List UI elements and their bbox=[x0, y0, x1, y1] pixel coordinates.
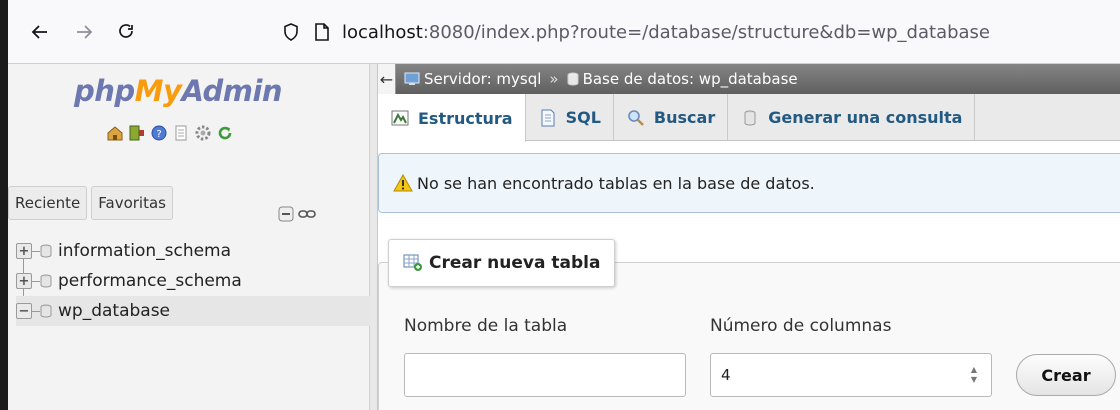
column-count-value[interactable]: 4 bbox=[721, 366, 731, 384]
quick-links: ? bbox=[106, 124, 234, 142]
search-icon bbox=[626, 108, 646, 128]
database-name[interactable]: information_schema bbox=[58, 241, 231, 261]
tree-connector bbox=[32, 280, 40, 282]
breadcrumb-database-label[interactable]: Base de datos: wp_database bbox=[583, 70, 798, 88]
arrow-right-icon bbox=[77, 25, 93, 39]
collapse-all-icon[interactable] bbox=[278, 206, 294, 226]
database-tree: + information_schema + performance_schem… bbox=[16, 236, 370, 326]
tab-favorites[interactable]: Favoritas bbox=[91, 186, 173, 220]
tree-connector bbox=[32, 310, 40, 312]
expand-icon[interactable]: + bbox=[16, 243, 32, 259]
arrow-left-icon bbox=[31, 25, 47, 39]
database-icon bbox=[40, 304, 52, 318]
settings-icon[interactable] bbox=[194, 124, 212, 142]
phpmyadmin-logo[interactable]: phpMyAdmin bbox=[74, 74, 283, 108]
create-button[interactable]: Crear bbox=[1016, 354, 1116, 396]
tab-recent[interactable]: Reciente bbox=[8, 186, 88, 220]
tab-query-label[interactable]: Generar una consulta bbox=[768, 108, 962, 127]
breadcrumb-server-label[interactable]: Servidor: mysql bbox=[424, 70, 541, 88]
collapse-sidebar-icon[interactable]: ← bbox=[378, 64, 396, 94]
page-icon bbox=[315, 23, 329, 41]
window-edge bbox=[0, 0, 8, 410]
breadcrumb-separator: » bbox=[549, 70, 559, 88]
server-icon bbox=[404, 72, 420, 85]
docs-icon[interactable] bbox=[172, 124, 190, 142]
tab-bar: Estructura SQL Buscar Generar una consul… bbox=[378, 94, 1120, 142]
spinner-icon[interactable]: ▲ ▼ bbox=[967, 364, 981, 386]
create-table-legend: Crear nueva tabla bbox=[388, 239, 616, 287]
column-count-input[interactable]: 4 ▲ ▼ bbox=[710, 353, 992, 397]
create-table-legend-text: Crear nueva tabla bbox=[429, 253, 601, 273]
sidebar-tabs: Reciente Favoritas bbox=[8, 186, 173, 220]
tab-query[interactable]: Generar una consulta bbox=[728, 94, 976, 141]
table-name-input[interactable] bbox=[404, 353, 686, 397]
reload-icon bbox=[119, 24, 133, 38]
tree-item-information-schema[interactable]: + information_schema bbox=[16, 236, 370, 281]
tab-sql[interactable]: SQL bbox=[526, 94, 614, 141]
database-icon bbox=[40, 244, 52, 258]
table-name-label: Nombre de la tabla bbox=[404, 316, 568, 336]
database-icon bbox=[40, 274, 52, 288]
database-icon bbox=[567, 72, 579, 86]
collapse-icon[interactable]: − bbox=[16, 303, 32, 319]
structure-icon bbox=[390, 108, 410, 128]
svg-text:?: ? bbox=[156, 129, 161, 140]
shield-icon bbox=[284, 23, 298, 41]
navigation-panel: phpMyAdmin ? Reciente Favoritas + inform… bbox=[8, 64, 370, 410]
tab-search-label[interactable]: Buscar bbox=[654, 108, 715, 127]
expand-icon[interactable]: + bbox=[16, 273, 32, 289]
link-icon[interactable] bbox=[298, 207, 316, 225]
new-table-icon bbox=[403, 254, 422, 271]
home-icon[interactable] bbox=[106, 124, 124, 142]
notice-text: No se han encontrado tablas en la base d… bbox=[417, 173, 815, 193]
notice-message: No se han encontrado tablas en la base d… bbox=[378, 153, 1120, 213]
reload-button[interactable] bbox=[108, 14, 144, 50]
url-text[interactable]: localhost:8080/index.php?route=/database… bbox=[342, 22, 990, 43]
tab-structure-label[interactable]: Estructura bbox=[418, 109, 513, 128]
url-bar[interactable]: localhost:8080/index.php?route=/database… bbox=[282, 10, 1120, 54]
forward-button[interactable] bbox=[66, 14, 102, 50]
sql-icon bbox=[538, 108, 558, 128]
tab-search[interactable]: Buscar bbox=[614, 94, 729, 141]
database-name[interactable]: performance_schema bbox=[58, 271, 242, 291]
breadcrumb: ← Servidor: mysql » Base de datos: wp_da… bbox=[378, 64, 1120, 94]
tab-structure[interactable]: Estructura bbox=[378, 94, 526, 142]
back-button[interactable] bbox=[22, 14, 58, 50]
sidebar-resize-handle[interactable] bbox=[370, 64, 378, 410]
tree-connector bbox=[32, 250, 40, 252]
refresh-icon[interactable] bbox=[216, 124, 234, 142]
tab-sql-label[interactable]: SQL bbox=[566, 108, 601, 127]
warning-icon bbox=[393, 174, 413, 192]
main-content: ← Servidor: mysql » Base de datos: wp_da… bbox=[378, 64, 1120, 410]
breadcrumb-server[interactable]: Servidor: mysql bbox=[404, 70, 541, 88]
browser-toolbar: localhost:8080/index.php?route=/database… bbox=[0, 0, 1120, 64]
query-icon bbox=[740, 108, 760, 128]
column-count-label: Número de columnas bbox=[710, 316, 892, 336]
breadcrumb-database[interactable]: Base de datos: wp_database bbox=[567, 70, 798, 88]
tree-controls bbox=[278, 206, 316, 226]
help-icon[interactable]: ? bbox=[150, 124, 168, 142]
database-name[interactable]: wp_database bbox=[58, 301, 170, 321]
exit-icon[interactable] bbox=[128, 124, 146, 142]
tree-item-performance-schema[interactable]: + performance_schema bbox=[16, 266, 370, 311]
tree-item-wp-database[interactable]: − wp_database bbox=[16, 296, 370, 326]
